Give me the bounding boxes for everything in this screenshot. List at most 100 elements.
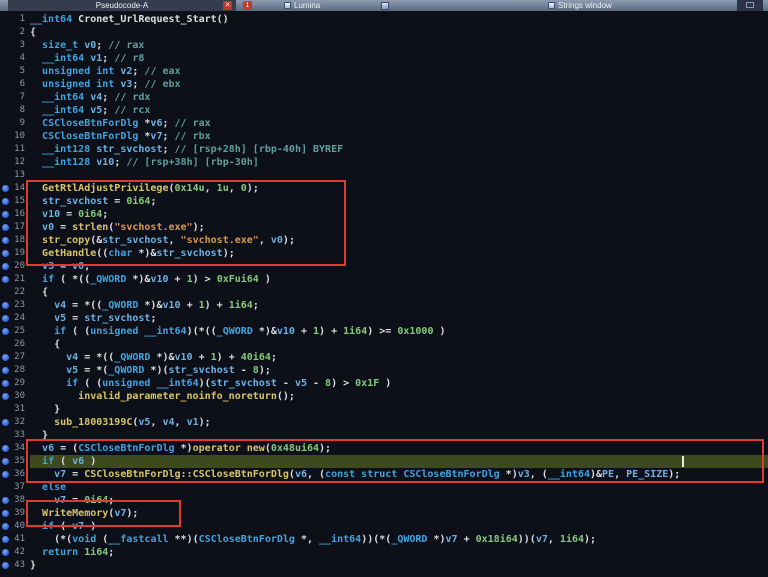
code-line[interactable]: 19 GetHandle((char *)&str_svchost);	[0, 247, 768, 260]
dock-button[interactable]	[737, 0, 763, 11]
address-dot-icon	[2, 315, 9, 322]
code-text[interactable]: }	[30, 559, 768, 572]
code-line[interactable]: 22 {	[0, 286, 768, 299]
code-line[interactable]: 40 if ( v7 )	[0, 520, 768, 533]
code-text[interactable]: if ( (unsigned __int64)(*((_QWORD *)&v10…	[30, 325, 768, 338]
address-dot-icon	[2, 276, 9, 283]
code-line[interactable]: 31 }	[0, 403, 768, 416]
code-line[interactable]: 28 v5 = *(_QWORD *)(str_svchost - 8);	[0, 364, 768, 377]
code-line[interactable]: 38 v7 = 0i64;	[0, 494, 768, 507]
code-text[interactable]: unsigned int v3; // ebx	[30, 78, 768, 91]
code-text[interactable]: (*(void (__fastcall **)(CSCloseBtnForDlg…	[30, 533, 768, 546]
code-line[interactable]: 16 v10 = 0i64;	[0, 208, 768, 221]
code-text[interactable]: str_copy(&str_svchost, "svchost.exe", v0…	[30, 234, 768, 247]
code-line[interactable]: 42 return 1i64;	[0, 546, 768, 559]
code-text[interactable]: v7 = CSCloseBtnForDlg::CSCloseBtnForDlg(…	[30, 468, 768, 481]
code-line[interactable]: 39 WriteMemory(v7);	[0, 507, 768, 520]
code-text[interactable]: CSCloseBtnForDlg *v7; // rbx	[30, 130, 768, 143]
code-text[interactable]: if ( v7 )	[30, 520, 768, 533]
code-line[interactable]: 12 __int128 v10; // [rsp+38h] [rbp-30h]	[0, 156, 768, 169]
code-line[interactable]: 24 v5 = str_svchost;	[0, 312, 768, 325]
code-text[interactable]: size_t v0; // rax	[30, 39, 768, 52]
code-text[interactable]: str_svchost = 0i64;	[30, 195, 768, 208]
code-text[interactable]: }	[30, 429, 768, 442]
code-text[interactable]: unsigned int v2; // eax	[30, 65, 768, 78]
code-area[interactable]: 1 __int64 Cronet_UrlRequest_Start() 2{3 si…	[0, 11, 768, 577]
code-text[interactable]: __int64 Cronet_UrlRequest_Start()	[30, 13, 768, 26]
code-text[interactable]: GetRtlAdjustPrivilege(0x14u, 1u, 0);	[30, 182, 768, 195]
code-text[interactable]: if ( (unsigned __int64)(str_svchost - v5…	[30, 377, 768, 390]
code-text[interactable]: v5 = str_svchost;	[30, 312, 768, 325]
panel-title-strings-window[interactable]: Strings window	[548, 0, 612, 11]
code-text[interactable]: if ( v6 )	[30, 455, 768, 468]
tab-pseudocode-a[interactable]: Pseudocode-A ✕	[8, 0, 236, 11]
code-line[interactable]: 3 size_t v0; // rax	[0, 39, 768, 52]
code-text[interactable]: __int128 v10; // [rsp+38h] [rbp-30h]	[30, 156, 768, 169]
code-text[interactable]: __int64 v4; // rdx	[30, 91, 768, 104]
code-text[interactable]: v6 = (CSCloseBtnForDlg *)operator new(0x…	[30, 442, 768, 455]
panel-title-lumina[interactable]: Lumina	[284, 0, 320, 11]
code-line[interactable]: 27 v4 = *((_QWORD *)&v10 + 1) + 40i64;	[0, 351, 768, 364]
code-line[interactable]: 15 str_svchost = 0i64;	[0, 195, 768, 208]
code-text[interactable]: invalid_parameter_noinfo_noreturn();	[30, 390, 768, 403]
code-text[interactable]: v4 = *((_QWORD *)&v10 + 1) + 1i64;	[30, 299, 768, 312]
line-number: 32	[14, 417, 25, 427]
code-text[interactable]: return 1i64;	[30, 546, 768, 559]
code-text[interactable]: {	[30, 286, 768, 299]
code-line[interactable]: 33 }	[0, 429, 768, 442]
code-text[interactable]: v10 = 0i64;	[30, 208, 768, 221]
code-line[interactable]: 21 if ( *((_QWORD *)&v10 + 1) > 0xFui64 …	[0, 273, 768, 286]
code-text[interactable]: CSCloseBtnForDlg *v6; // rax	[30, 117, 768, 130]
code-line[interactable]: 1 __int64 Cronet_UrlRequest_Start()	[0, 13, 768, 26]
code-line[interactable]: 26 {	[0, 338, 768, 351]
code-text[interactable]	[30, 169, 768, 182]
code-text[interactable]: {	[30, 338, 768, 351]
code-line[interactable]: 5 unsigned int v2; // eax	[0, 65, 768, 78]
code-line[interactable]: 37 else	[0, 481, 768, 494]
code-text[interactable]: v4 = *((_QWORD *)&v10 + 1) + 40i64;	[30, 351, 768, 364]
close-icon[interactable]: ✕	[223, 1, 232, 10]
code-line[interactable]: 13	[0, 169, 768, 182]
code-line[interactable]: 25 if ( (unsigned __int64)(*((_QWORD *)&…	[0, 325, 768, 338]
code-line[interactable]: 11 __int128 str_svchost; // [rsp+28h] [r…	[0, 143, 768, 156]
code-line[interactable]: 17 v0 = strlen("svchost.exe");	[0, 221, 768, 234]
line-number: 3	[19, 40, 25, 50]
code-line[interactable]: 14 GetRtlAdjustPrivilege(0x14u, 1u, 0);	[0, 182, 768, 195]
code-line[interactable]: 10 CSCloseBtnForDlg *v7; // rbx	[0, 130, 768, 143]
code-text[interactable]: else	[30, 481, 768, 494]
code-text[interactable]: v5 = *(_QWORD *)(str_svchost - 8);	[30, 364, 768, 377]
line-number: 12	[14, 157, 25, 167]
code-line[interactable]: 9 CSCloseBtnForDlg *v6; // rax	[0, 117, 768, 130]
address-dot-icon	[2, 536, 9, 543]
code-text[interactable]: if ( *((_QWORD *)&v10 + 1) > 0xFui64 )	[30, 273, 768, 286]
code-line[interactable]: 43}	[0, 559, 768, 572]
code-text[interactable]: WriteMemory(v7);	[30, 507, 768, 520]
code-line[interactable]: 23 v4 = *((_QWORD *)&v10 + 1) + 1i64;	[0, 299, 768, 312]
code-line[interactable]: 8 __int64 v5; // rcx	[0, 104, 768, 117]
code-line[interactable]: 4 __int64 v1; // r8	[0, 52, 768, 65]
code-text[interactable]: {	[30, 26, 768, 39]
code-line[interactable]: 20 v3 = v0;	[0, 260, 768, 273]
code-text[interactable]: __int128 str_svchost; // [rsp+28h] [rbp-…	[30, 143, 768, 156]
code-line[interactable]: 29 if ( (unsigned __int64)(str_svchost -…	[0, 377, 768, 390]
code-line-current[interactable]: 35 if ( v6 )	[0, 455, 768, 468]
code-text[interactable]: sub_18003199C(v5, v4, v1);	[30, 416, 768, 429]
code-text[interactable]: }	[30, 403, 768, 416]
panel-icon[interactable]	[381, 2, 389, 10]
code-text[interactable]: v7 = 0i64;	[30, 494, 768, 507]
code-line[interactable]: 7 __int64 v4; // rdx	[0, 91, 768, 104]
code-line[interactable]: 32 sub_18003199C(v5, v4, v1);	[0, 416, 768, 429]
code-text[interactable]: v0 = strlen("svchost.exe");	[30, 221, 768, 234]
code-text[interactable]: __int64 v1; // r8	[30, 52, 768, 65]
code-line[interactable]: 18 str_copy(&str_svchost, "svchost.exe",…	[0, 234, 768, 247]
code-line[interactable]: 36 v7 = CSCloseBtnForDlg::CSCloseBtnForD…	[0, 468, 768, 481]
code-line[interactable]: 41 (*(void (__fastcall **)(CSCloseBtnFor…	[0, 533, 768, 546]
line-number: 40	[14, 521, 25, 531]
code-line[interactable]: 2{	[0, 26, 768, 39]
code-line[interactable]: 34 v6 = (CSCloseBtnForDlg *)operator new…	[0, 442, 768, 455]
code-line[interactable]: 6 unsigned int v3; // ebx	[0, 78, 768, 91]
code-text[interactable]: __int64 v5; // rcx	[30, 104, 768, 117]
code-text[interactable]: v3 = v0;	[30, 260, 768, 273]
code-line[interactable]: 30 invalid_parameter_noinfo_noreturn();	[0, 390, 768, 403]
code-text[interactable]: GetHandle((char *)&str_svchost);	[30, 247, 768, 260]
